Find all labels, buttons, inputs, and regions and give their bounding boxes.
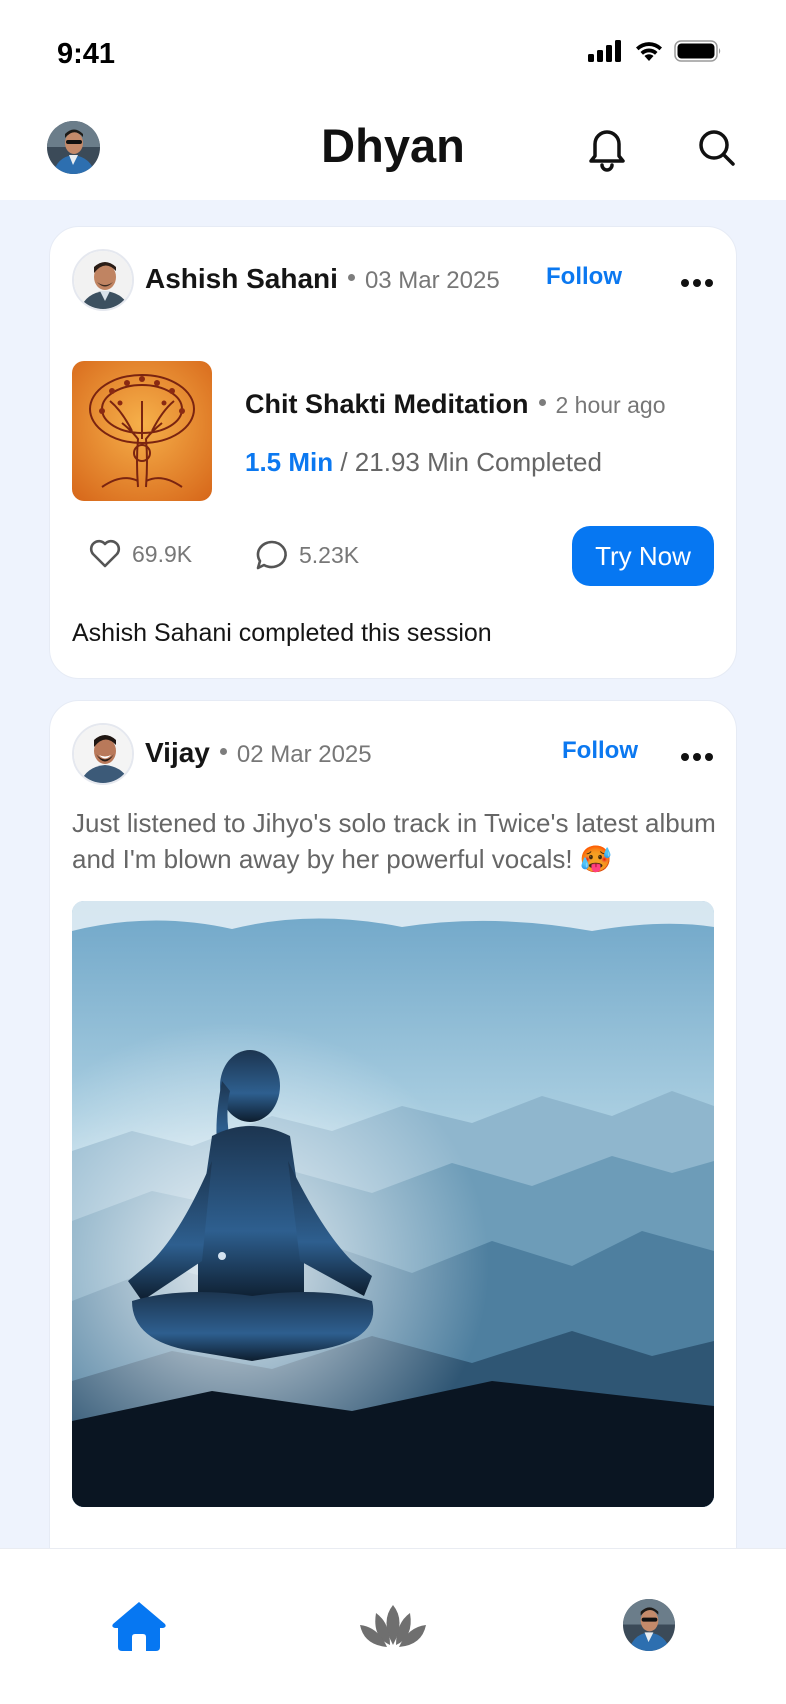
author-name[interactable]: Vijay	[145, 737, 210, 769]
signal-icon	[588, 40, 621, 62]
app-header: Dhyan	[0, 104, 786, 200]
profile-avatar	[623, 1599, 675, 1651]
more-icon	[681, 279, 713, 287]
bell-icon	[589, 130, 625, 172]
progress-total: / 21.93 Min Completed	[333, 447, 602, 477]
post-date: 03 Mar 2025	[364, 267, 500, 294]
try-now-button[interactable]: Try Now	[572, 526, 714, 586]
post-date: 02 Mar 2025	[236, 741, 372, 768]
like-button[interactable]: 69.9K	[88, 539, 192, 569]
post-header: Vijay 02 Mar 2025 Follow	[72, 723, 714, 785]
status-bar: 9:41	[0, 0, 786, 104]
like-count: 69.9K	[132, 540, 193, 567]
heart-icon	[89, 539, 121, 568]
status-time: 9:41	[57, 38, 116, 70]
session-thumbnail[interactable]	[72, 361, 212, 501]
comment-icon	[256, 540, 287, 570]
session-title[interactable]: Chit Shakti Meditation	[245, 389, 529, 420]
session-progress: 1.5 Min / 21.93 Min Completed	[245, 447, 602, 478]
author-avatar[interactable]	[72, 723, 134, 785]
notifications-button[interactable]	[585, 124, 629, 172]
lotus-icon	[360, 1605, 426, 1647]
home-icon	[112, 1602, 166, 1651]
more-options-button[interactable]	[680, 275, 714, 287]
post-text: Just listened to Jihyo's solo track in T…	[72, 808, 716, 874]
follow-button[interactable]: Follow	[546, 263, 622, 291]
author-avatar[interactable]	[72, 249, 134, 311]
post-meta: Vijay 02 Mar 2025	[145, 737, 372, 769]
search-icon	[699, 130, 735, 166]
feed[interactable]: Ashish Sahani 03 Mar 2025 Follow Chit Sh…	[0, 200, 786, 1548]
status-icons	[588, 40, 722, 62]
post-header: Ashish Sahani 03 Mar 2025 Follow	[72, 249, 714, 311]
author-name[interactable]: Ashish Sahani	[145, 263, 338, 295]
comment-button[interactable]: 5.23K	[255, 539, 359, 571]
photo-post-card: Vijay 02 Mar 2025 Follow Just listened t…	[49, 700, 737, 1548]
battery-icon	[674, 40, 721, 62]
separator-dot	[219, 748, 227, 755]
progress-done: 1.5 Min	[245, 447, 334, 477]
follow-button[interactable]: Follow	[562, 737, 638, 765]
activity-text: Ashish Sahani completed this session	[72, 619, 492, 647]
session-post-card: Ashish Sahani 03 Mar 2025 Follow Chit Sh…	[49, 226, 737, 679]
more-options-button[interactable]	[680, 749, 714, 761]
post-meta: Ashish Sahani 03 Mar 2025	[145, 263, 500, 295]
session-title-row: Chit Shakti Meditation 2 hour ago	[245, 389, 665, 420]
wifi-icon	[636, 42, 662, 61]
app-title: Dhyan	[321, 119, 465, 172]
more-icon	[681, 753, 713, 761]
comment-count: 5.23K	[299, 541, 360, 568]
nav-profile-button[interactable]	[623, 1599, 675, 1651]
bottom-nav	[0, 1548, 786, 1704]
search-button[interactable]	[695, 126, 739, 170]
session-time-ago: 2 hour ago	[555, 392, 666, 418]
nav-meditate-button[interactable]	[356, 1601, 430, 1651]
separator-dot	[347, 274, 355, 281]
post-image[interactable]	[72, 901, 714, 1507]
nav-home-button[interactable]	[110, 1599, 168, 1653]
separator-dot	[538, 399, 546, 406]
